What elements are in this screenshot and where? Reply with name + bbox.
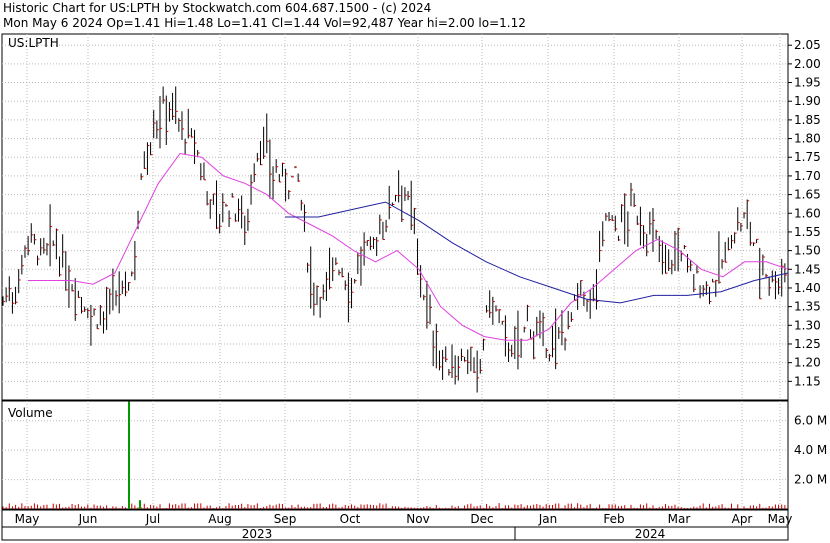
price-tick-label: 1.75 (794, 150, 821, 164)
stock-chart: 2.05 2.00 1.95 1.90 1.85 1.80 1.75 1.70 1.65 1.60… (1, 33, 827, 541)
price-tick-label: 2.00 (794, 57, 821, 71)
volume-axis: 6.0 M 4.0 M 2.0 M (794, 414, 827, 487)
price-tick-label: 1.70 (794, 169, 821, 183)
month-label: Nov (406, 512, 429, 526)
month-label: May (768, 512, 793, 526)
price-tick-label: 1.20 (794, 356, 821, 370)
month-label: Jan (538, 512, 558, 526)
price-axis: 2.05 2.00 1.95 1.90 1.85 1.80 1.75 1.70 1.65 1.60… (788, 38, 821, 388)
price-tick-label: 1.60 (794, 206, 821, 220)
price-tick-label: 1.15 (794, 374, 821, 388)
volume-panel-frame (1, 400, 789, 510)
month-label: Dec (470, 512, 493, 526)
price-tick-label: 1.85 (794, 113, 821, 127)
price-tick-label: 1.40 (794, 281, 821, 295)
year-label: 2023 (242, 527, 273, 541)
price-tick-label: 1.95 (794, 76, 821, 90)
price-tick-label: 1.25 (794, 337, 821, 351)
year-label: 2024 (635, 527, 666, 541)
price-tick-label: 1.55 (794, 225, 821, 239)
month-label: Jun (78, 512, 98, 526)
month-label: Apr (732, 512, 753, 526)
month-label: Jul (145, 512, 160, 526)
price-tick-label: 1.65 (794, 188, 821, 202)
month-label: Aug (208, 512, 231, 526)
month-label: May (15, 512, 40, 526)
month-label: Feb (603, 512, 624, 526)
price-tick-label: 1.50 (794, 244, 821, 258)
volume-label: Volume (8, 406, 53, 420)
month-label: Oct (340, 512, 361, 526)
volume-tick-label: 4.0 M (794, 443, 827, 457)
price-tick-label: 1.45 (794, 262, 821, 276)
price-panel-frame (1, 33, 789, 401)
month-label: Mar (668, 512, 691, 526)
volume-tick-label: 6.0 M (794, 414, 827, 428)
volume-tick-label: 2.0 M (794, 473, 827, 487)
month-label: Sep (274, 512, 297, 526)
price-tick-label: 1.35 (794, 300, 821, 314)
price-tick-label: 1.80 (794, 132, 821, 146)
price-tick-label: 2.05 (794, 38, 821, 52)
symbol-label: US:LPTH (8, 36, 59, 50)
price-tick-label: 1.90 (794, 94, 821, 108)
price-tick-label: 1.30 (794, 318, 821, 332)
